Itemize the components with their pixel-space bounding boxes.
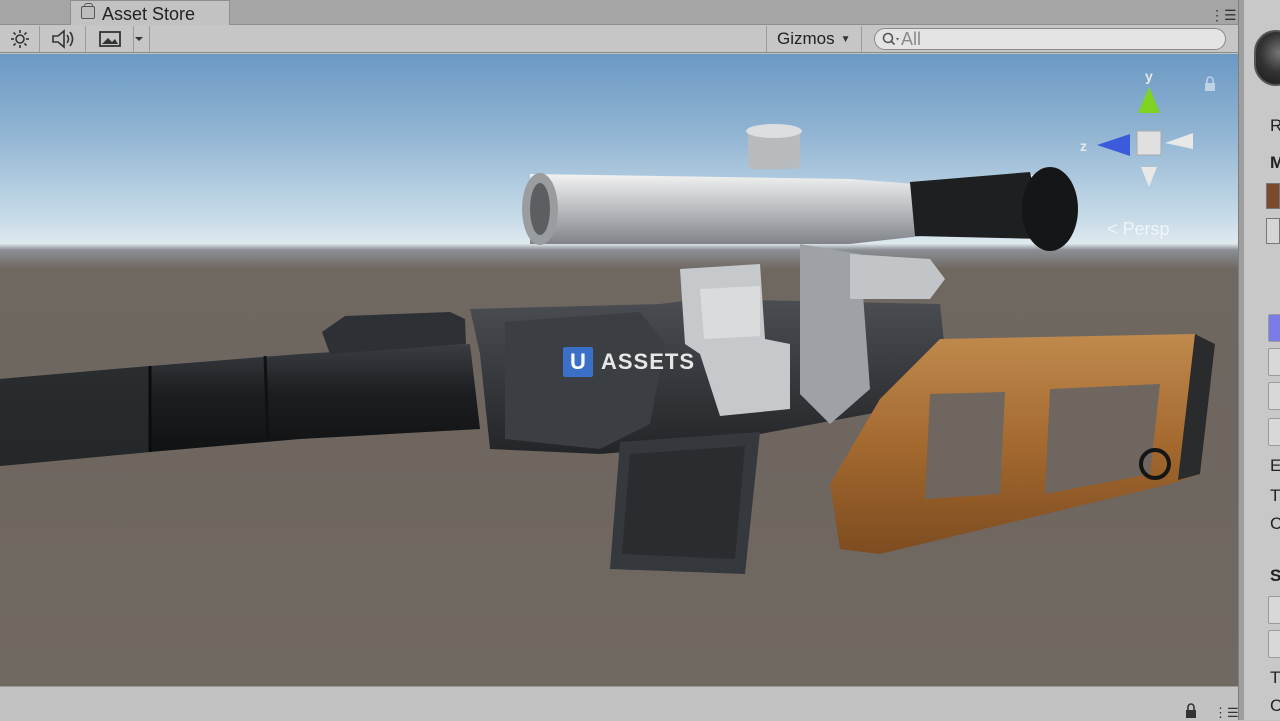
tab-asset-store[interactable]: Asset Store (70, 0, 230, 25)
inspector-text: T (1270, 668, 1280, 687)
lock-icon[interactable] (1203, 76, 1217, 92)
panel-menu-icon[interactable]: ⋮☰ (1214, 705, 1239, 721)
effects-dropdown-button[interactable] (128, 26, 150, 52)
scene-toolbar: Gizmos ▼ (0, 25, 1238, 53)
asset-thumbnail (1254, 30, 1280, 86)
audio-toggle-button[interactable] (40, 26, 86, 52)
material-thumbnail[interactable] (1266, 218, 1280, 244)
caret-down-icon: ▼ (840, 33, 851, 45)
image-icon (98, 31, 121, 47)
inspector-field[interactable] (1268, 596, 1280, 624)
search-field[interactable] (874, 28, 1226, 50)
gizmo-z-label: z (1080, 138, 1087, 154)
scene-viewport[interactable]: U ASSETS y z < Persp (0, 54, 1238, 686)
inspector-text: C (1270, 514, 1280, 533)
search-icon (882, 32, 899, 46)
watermark-letter: U (563, 347, 593, 377)
gizmo-center-cube (1136, 130, 1162, 156)
gizmos-dropdown[interactable]: Gizmos ▼ (766, 26, 862, 52)
orientation-gizmo[interactable]: y z (1075, 69, 1205, 194)
gizmos-label: Gizmos (777, 29, 835, 48)
inspector-field[interactable] (1268, 630, 1280, 658)
speaker-icon (51, 29, 73, 49)
effects-toggle-button[interactable] (86, 26, 134, 52)
inspector-field[interactable] (1268, 382, 1280, 410)
color-field[interactable] (1268, 314, 1280, 342)
projection-label[interactable]: < Persp (1107, 219, 1170, 240)
inspector-text: T (1270, 486, 1280, 505)
x-axis-cone (1165, 133, 1193, 149)
neg-y-axis-cone (1141, 167, 1157, 187)
lock-icon[interactable] (1184, 703, 1198, 719)
status-bar: ⋮☰ (0, 686, 1239, 721)
inspector-field[interactable] (1268, 418, 1280, 446)
inspector-text: R (1270, 116, 1280, 135)
tab-menu-icon[interactable]: ⋮☰ (1210, 8, 1237, 22)
material-thumbnail[interactable] (1266, 183, 1280, 209)
tab-bar: Asset Store ⋮☰ (0, 0, 1238, 25)
inspector-panel: R M E T C S T C (1244, 0, 1280, 720)
inspector-text: C (1270, 696, 1280, 715)
watermark-text: ASSETS (601, 349, 696, 374)
shopping-bag-icon (81, 3, 95, 19)
gizmo-y-label: y (1145, 69, 1153, 84)
inspector-text: E (1270, 456, 1280, 475)
y-axis-cone (1138, 87, 1160, 113)
z-axis-cone (1097, 134, 1130, 156)
tab-label: Asset Store (102, 4, 196, 24)
inspector-heading: S (1270, 566, 1280, 585)
chevron-down-icon (134, 37, 143, 41)
lighting-toggle-button[interactable] (0, 26, 40, 52)
inspector-heading: M (1270, 153, 1280, 172)
inspector-field[interactable] (1268, 348, 1280, 376)
sun-icon (10, 30, 29, 48)
search-input[interactable] (901, 29, 1201, 49)
watermark-logo: U ASSETS (563, 347, 695, 377)
